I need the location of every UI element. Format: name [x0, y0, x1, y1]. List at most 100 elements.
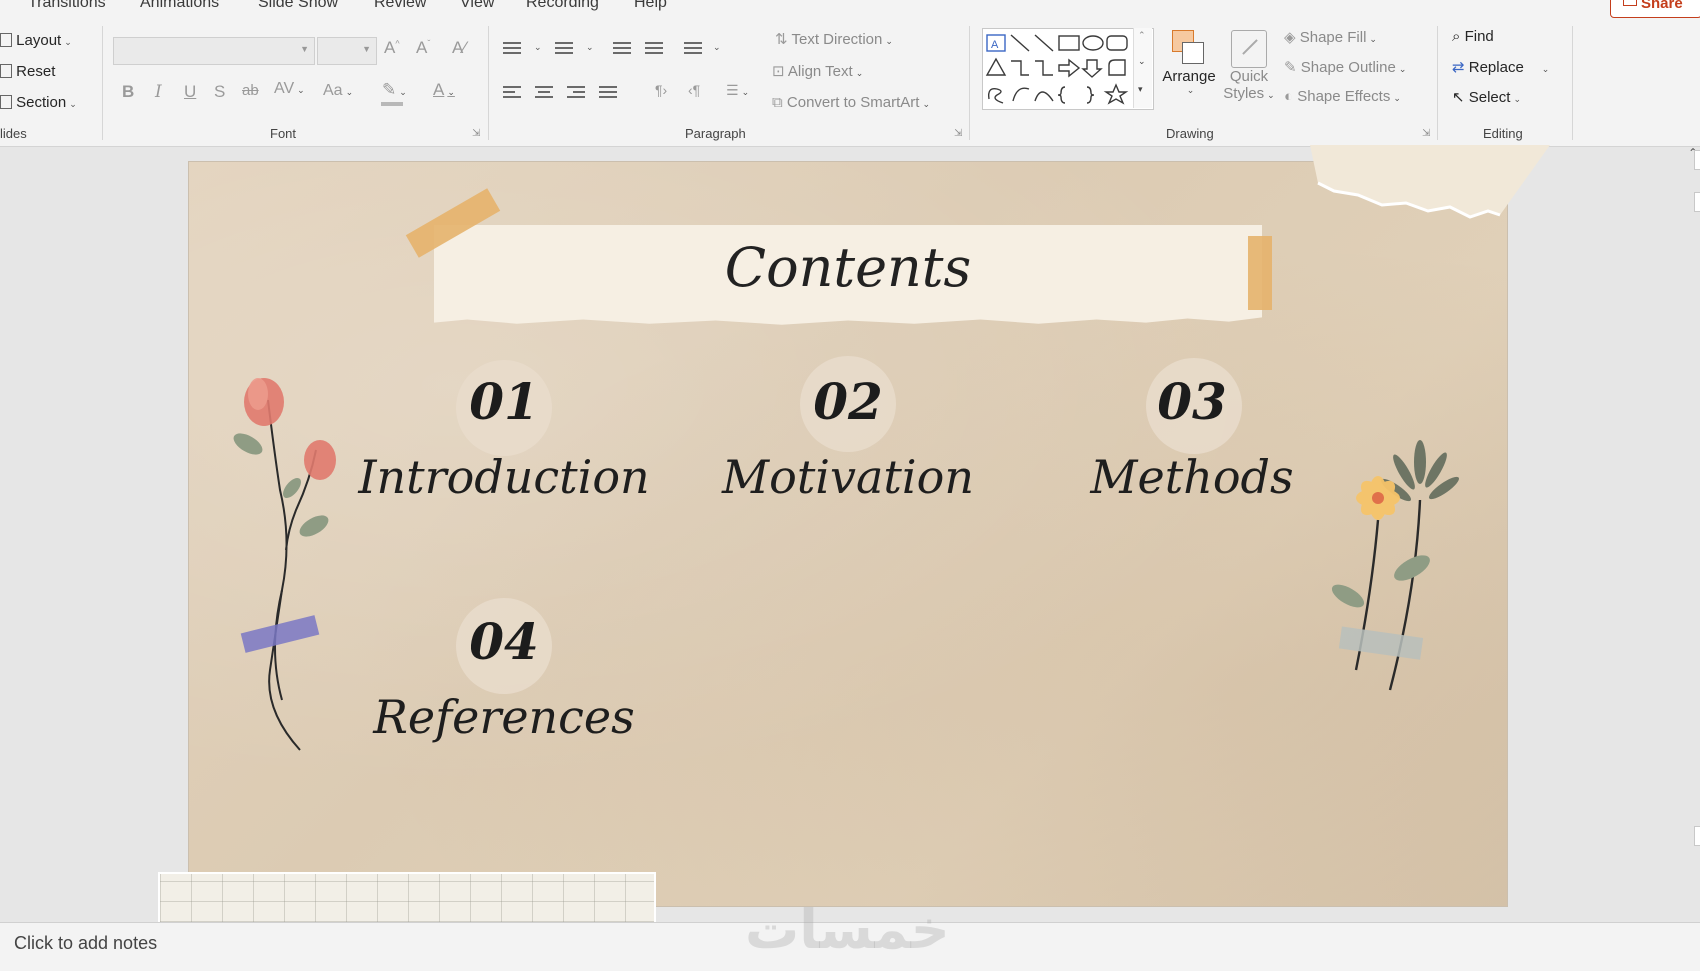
slide-title[interactable]: Contents	[434, 236, 1262, 299]
highlighter-icon[interactable]: ✎ ⌄	[382, 80, 407, 100]
align-text-label: Align Text	[787, 63, 853, 80]
item-label-introduction[interactable]: Introduction	[314, 450, 694, 504]
increase-font-icon[interactable]: A^	[384, 38, 400, 58]
share-icon	[1623, 0, 1637, 6]
align-right-icon[interactable]	[567, 86, 585, 101]
scroll-thumb[interactable]	[1694, 150, 1700, 170]
paragraph-group-label: Paragraph	[685, 126, 746, 141]
arrange-button[interactable]: Arrange ⌄	[1158, 28, 1220, 96]
line-spacing-icon[interactable]	[684, 42, 702, 57]
editing-group-label: Editing	[1483, 126, 1523, 141]
strikethrough-button[interactable]: ab	[242, 82, 259, 99]
section-button[interactable]: Section ⌄	[0, 94, 77, 111]
highlight-color-bar	[381, 102, 403, 106]
scroll-thumb[interactable]	[1694, 826, 1700, 846]
italic-button[interactable]: I	[155, 82, 162, 102]
search-icon: ⌕	[1452, 28, 1461, 45]
convert-smartart-button[interactable]: ⧉ Convert to SmartArt ⌄	[772, 94, 930, 111]
font-group-label: Font	[270, 126, 297, 141]
vertical-scrollbar[interactable]	[1692, 146, 1700, 906]
quick-styles-button[interactable]: Quick Styles ⌄	[1218, 28, 1280, 102]
bold-button[interactable]: B	[122, 82, 134, 102]
font-size-box[interactable]: ▼	[317, 37, 377, 65]
tab-slide-show[interactable]: Slide Show	[258, 0, 338, 12]
item-label-references[interactable]: References	[314, 690, 694, 744]
change-case-label: Aa	[323, 82, 343, 99]
dialog-launcher-icon[interactable]: ⇲	[472, 128, 480, 139]
dialog-launcher-icon[interactable]: ⇲	[1422, 128, 1430, 139]
tab-view[interactable]: View	[460, 0, 494, 12]
tab-transitions[interactable]: Transitions	[28, 0, 106, 12]
dialog-launcher-icon[interactable]: ⇲	[954, 128, 962, 139]
item-number[interactable]: 01	[394, 372, 614, 431]
rtl-icon[interactable]: ‹¶	[688, 82, 700, 98]
align-text-button[interactable]: ⊡ Align Text ⌄	[772, 62, 863, 80]
text-direction-button[interactable]: ⇅ Text Direction ⌄	[775, 30, 893, 48]
notes-placeholder[interactable]: Click to add notes	[14, 933, 157, 954]
bullets-icon[interactable]	[503, 42, 521, 57]
item-number[interactable]: 02	[738, 372, 958, 431]
replace-label: Replace	[1468, 59, 1524, 76]
section-label: Section	[16, 94, 67, 111]
find-button[interactable]: ⌕ Find	[1452, 28, 1494, 45]
select-label: Select	[1468, 89, 1511, 106]
tab-animations[interactable]: Animations	[140, 0, 219, 12]
select-button[interactable]: ↖ Select ⌄	[1452, 88, 1521, 106]
layout-button[interactable]: Layout ⌄	[0, 32, 72, 49]
chevron-down-icon[interactable]: ⌄	[1138, 56, 1146, 67]
change-case-button[interactable]: Aa ⌄	[323, 82, 353, 100]
reset-button[interactable]: Reset	[0, 63, 55, 80]
gallery-scroll[interactable]: ⌃ ⌄ ▾	[1133, 28, 1152, 108]
gallery-more-icon[interactable]: ▾	[1138, 84, 1143, 95]
chevron-up-icon[interactable]: ⌃	[1138, 30, 1146, 41]
font-color-button[interactable]: A ⌄	[433, 80, 455, 100]
grid-paper-decoration	[158, 872, 656, 924]
daisy-illustration	[1331, 440, 1460, 691]
tab-recording[interactable]: Recording	[526, 0, 599, 12]
ribbon: Layout ⌄ Reset Section ⌄ lides ▼ ▼ A^ Aˇ A…	[0, 18, 1700, 160]
shape-fill-label: Shape Fill	[1299, 29, 1367, 46]
arrange-label: Arrange	[1162, 68, 1216, 85]
justify-icon[interactable]	[599, 86, 617, 101]
slides-group-label: lides	[0, 126, 27, 141]
item-label-motivation[interactable]: Motivation	[658, 450, 1038, 504]
svg-text:A: A	[991, 39, 999, 51]
group-divider	[1437, 26, 1438, 140]
shape-fill-button[interactable]: ◈ Shape Fill ⌄	[1284, 28, 1377, 46]
decrease-indent-icon[interactable]	[613, 42, 631, 57]
section-icon	[0, 95, 12, 109]
item-number[interactable]: 04	[394, 612, 614, 671]
decrease-font-icon[interactable]: Aˇ	[416, 38, 430, 58]
reset-icon	[0, 64, 12, 78]
scroll-thumb[interactable]	[1694, 192, 1700, 212]
shape-outline-button[interactable]: ✎ Shape Outline ⌄	[1284, 58, 1406, 76]
share-button[interactable]: Share	[1610, 0, 1700, 18]
chevron-down-icon: ▼	[300, 44, 309, 54]
torn-paper-corner	[1310, 145, 1550, 219]
columns-icon[interactable]: ☰ ⌄	[726, 82, 749, 99]
tab-review[interactable]: Review	[374, 0, 426, 12]
quick-styles-icon	[1218, 28, 1280, 68]
group-divider	[102, 26, 103, 140]
shapes-gallery[interactable]: A	[982, 28, 1154, 110]
replace-button[interactable]: ⇄ Replace ⌄	[1452, 58, 1549, 76]
align-text-icon: ⊡	[772, 63, 785, 80]
item-number[interactable]: 03	[1082, 372, 1302, 431]
ltr-icon[interactable]: ¶›	[655, 82, 667, 98]
quick-styles-label-2-text: Styles	[1223, 85, 1265, 102]
chevron-down-icon: ⌄	[713, 42, 721, 52]
group-divider	[969, 26, 970, 140]
layout-label: Layout	[16, 32, 62, 49]
font-name-box[interactable]: ▼	[113, 37, 315, 65]
group-divider	[1572, 26, 1573, 140]
tab-help[interactable]: Help	[634, 0, 667, 12]
align-center-icon[interactable]	[535, 86, 553, 101]
shape-effects-button[interactable]: ◐ Shape Effects ⌄	[1284, 88, 1401, 105]
align-left-icon[interactable]	[503, 86, 521, 101]
character-spacing-button[interactable]: AV ⌄	[274, 80, 305, 98]
numbering-icon[interactable]	[555, 42, 573, 57]
shadow-button[interactable]: S	[214, 82, 225, 102]
clear-formatting-icon[interactable]: A⁄	[452, 38, 466, 58]
increase-indent-icon[interactable]	[645, 42, 663, 57]
underline-button[interactable]: U	[184, 82, 196, 102]
